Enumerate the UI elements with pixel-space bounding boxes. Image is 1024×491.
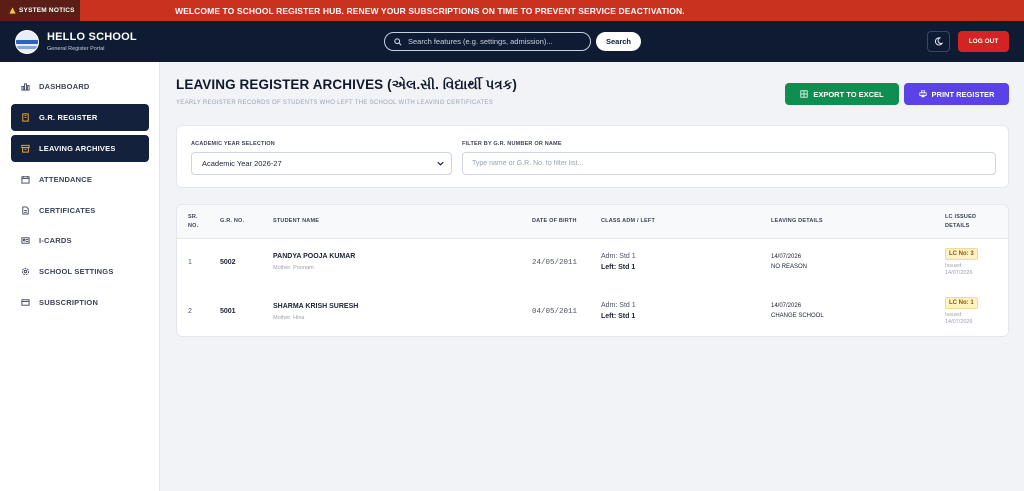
sidebar-item-certificates[interactable]: CERTIFICATES [11, 197, 149, 224]
logout-button[interactable]: LOG OUT [958, 31, 1009, 52]
row-gr-no: 5001 [220, 308, 236, 315]
notice-message: WELCOME TO SCHOOL REGISTER HUB. RENEW YO… [175, 5, 685, 16]
sidebar-item-label: LEAVING ARCHIVES [39, 144, 116, 153]
year-filter-label: ACADEMIC YEAR SELECTION [191, 141, 275, 147]
search-input[interactable] [408, 37, 588, 46]
sidebar-item-dashboard[interactable]: DASHBOARD [11, 73, 149, 100]
th-student-name: STUDENT NAME [273, 218, 320, 224]
id-card-icon [21, 236, 30, 245]
lc-issued-date: 14/07/2026 [945, 270, 973, 276]
document-icon [21, 206, 30, 215]
page-title: LEAVING REGISTER ARCHIVES (એલ.સી. વિદ્યા… [176, 77, 518, 92]
row-sr: 2 [188, 308, 192, 315]
top-header: HELLO SCHOOL General Register Portal Sea… [0, 21, 1024, 62]
sidebar-item-subscription[interactable]: SUBSCRIPTION [11, 289, 149, 316]
sidebar-item-label: DASHBOARD [39, 82, 90, 91]
sidebar-item-i-cards[interactable]: I-CARDS [11, 227, 149, 254]
filter-card: ACADEMIC YEAR SELECTION Academic Year 20… [176, 125, 1009, 188]
export-excel-button[interactable]: EXPORT TO EXCEL [785, 83, 899, 105]
system-notice-bar: SYSTEM NOTICS WELCOME TO SCHOOL REGISTER… [0, 0, 1024, 21]
sidebar-item-attendance[interactable]: ATTENDANCE [11, 166, 149, 193]
archive-icon [21, 144, 30, 153]
academic-year-select[interactable]: Academic Year 2026-27 [191, 152, 452, 175]
row-student-name: PANDYA POOJA KUMAR [273, 253, 356, 260]
name-filter-input[interactable] [462, 152, 996, 175]
table-row[interactable]: 2 5001 SHARMA KRISH SURESH Mother: Hina … [177, 288, 1008, 336]
sidebar-item-label: I-CARDS [39, 236, 72, 245]
th-gr-no: G.R. NO. [220, 218, 245, 224]
lc-number-badge: LC No: 3 [945, 248, 978, 260]
academic-year-value: Academic Year 2026-27 [202, 159, 282, 168]
printer-icon [918, 90, 927, 98]
row-leaving-date: 14/07/2026 [771, 254, 802, 260]
building-icon [21, 113, 30, 122]
warning-icon [9, 7, 16, 14]
table-row[interactable]: 1 5002 PANDYA POOJA KUMAR Mother: Poonam… [177, 239, 1008, 288]
row-class-adm: Adm: Std 1 [601, 253, 636, 260]
chevron-down-icon [437, 161, 444, 166]
bar-chart-icon [21, 82, 30, 91]
school-logo [15, 30, 39, 54]
search-button[interactable]: Search [596, 32, 641, 51]
row-class-adm: Adm: Std 1 [601, 302, 636, 309]
row-student-name: SHARMA KRISH SURESH [273, 303, 359, 310]
th-sr: SR. NO. [188, 214, 199, 229]
table-header: SR. NO. G.R. NO. STUDENT NAME DATE OF BIR… [177, 205, 1008, 239]
notice-tag-label: SYSTEM NOTICS [19, 7, 75, 14]
row-gr-no: 5002 [220, 259, 236, 266]
th-lc-issued: LC ISSUED DETAILS [945, 214, 977, 229]
export-label: EXPORT TO EXCEL [813, 89, 884, 99]
sidebar-item-gr-register[interactable]: G.R. REGISTER [11, 104, 149, 131]
row-leaving-reason: CHANGE SCHOOL [771, 313, 824, 319]
page-subtitle: YEARLY REGISTER RECORDS OF STUDENTS WHO … [176, 100, 494, 106]
portal-subtitle: General Register Portal [47, 46, 105, 52]
name-filter-label: FILTER BY G.R. NUMBER OR NAME [462, 141, 562, 147]
row-mother-name: Mother: Poonam [273, 265, 314, 271]
row-leaving-date: 14/07/2026 [771, 303, 802, 309]
row-sr: 1 [188, 259, 192, 266]
row-leaving-reason: NO REASON [771, 264, 808, 270]
th-class: CLASS ADM / LEFT [601, 218, 656, 224]
sidebar-item-label: SCHOOL SETTINGS [39, 267, 114, 276]
row-class-left: Left: Std 1 [601, 313, 636, 320]
print-register-button[interactable]: PRINT REGISTER [904, 83, 1009, 105]
spreadsheet-icon [800, 90, 808, 98]
row-class-left: Left: Std 1 [601, 264, 636, 271]
row-dob: 04/05/2011 [532, 308, 578, 316]
gear-icon [21, 267, 30, 276]
th-dob: DATE OF BIRTH [532, 218, 577, 224]
lc-number-badge: LC No: 1 [945, 297, 978, 309]
sidebar-item-label: ATTENDANCE [39, 175, 93, 184]
sidebar-item-label: SUBSCRIPTION [39, 298, 99, 307]
search-icon [394, 37, 402, 46]
sidebar-item-label: G.R. REGISTER [39, 113, 98, 122]
moon-icon [934, 37, 943, 46]
row-mother-name: Mother: Hina [273, 315, 305, 321]
sidebar-item-leaving-archives[interactable]: LEAVING ARCHIVES [11, 135, 149, 162]
school-name: HELLO SCHOOL [47, 31, 137, 43]
th-leaving-details: LEAVING DETAILS [771, 218, 823, 224]
global-search [384, 32, 591, 51]
lc-issued-date: 14/07/2026 [945, 319, 973, 325]
calendar-icon [21, 175, 30, 184]
sidebar-item-label: CERTIFICATES [39, 206, 96, 215]
notice-tag: SYSTEM NOTICS [0, 0, 80, 21]
lc-issued-label: Issued: [945, 263, 963, 269]
lc-issued-label: Issued: [945, 312, 963, 318]
theme-toggle-button[interactable] [927, 31, 950, 52]
credit-card-icon [21, 298, 30, 307]
sidebar: DASHBOARD G.R. REGISTER LEAVING ARCHIVES… [0, 62, 160, 491]
sidebar-item-school-settings[interactable]: SCHOOL SETTINGS [11, 258, 149, 285]
archives-table: SR. NO. G.R. NO. STUDENT NAME DATE OF BIR… [176, 204, 1009, 337]
row-dob: 24/05/2011 [532, 259, 578, 267]
print-label: PRINT REGISTER [931, 89, 995, 99]
